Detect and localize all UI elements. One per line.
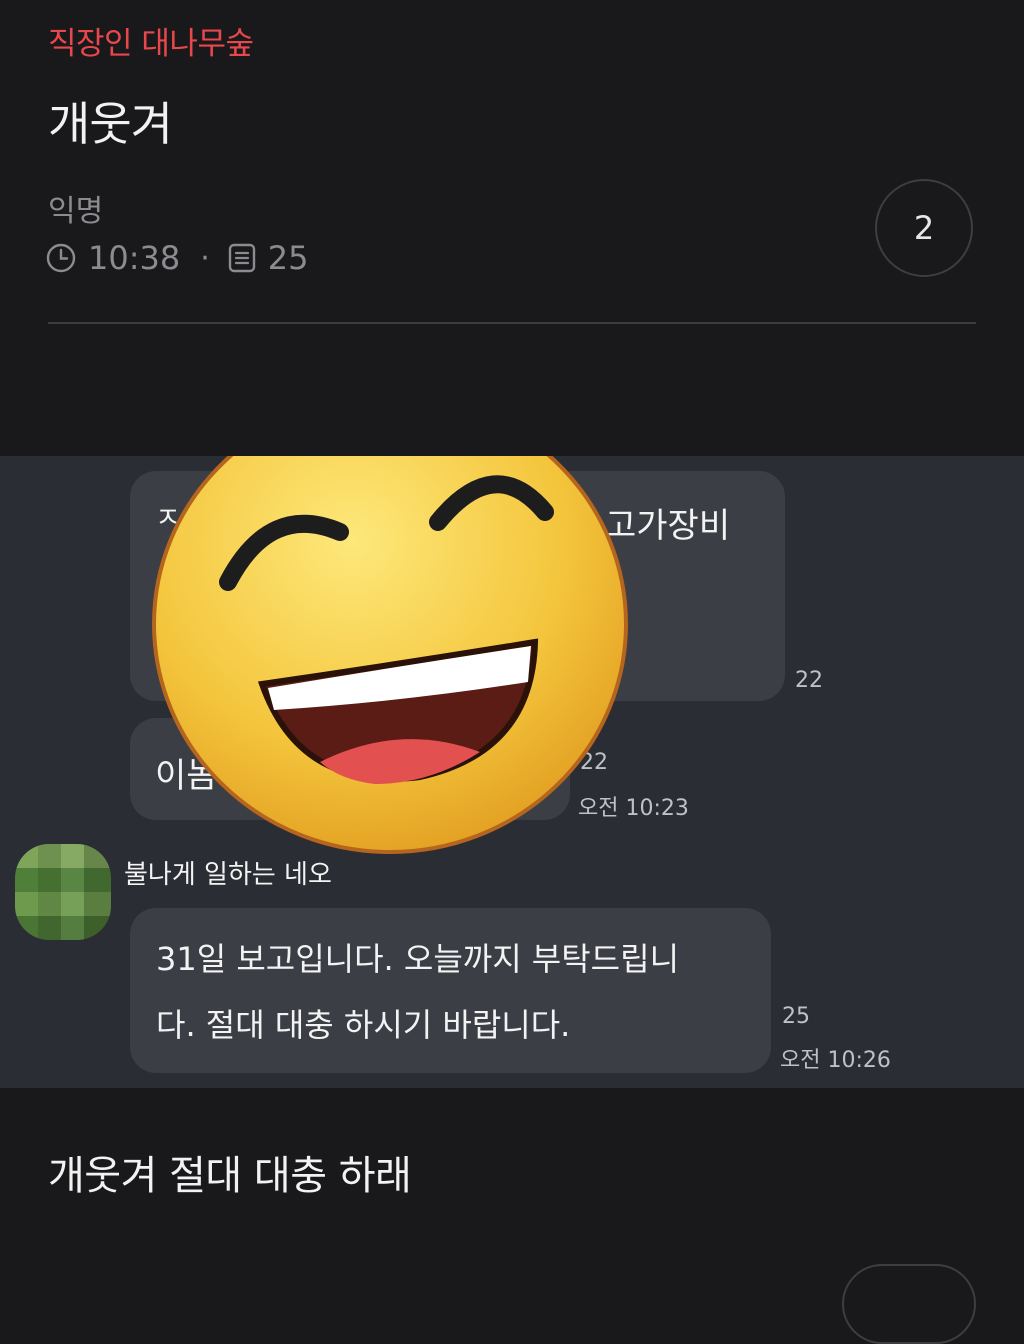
header-divider xyxy=(48,322,976,324)
chat-message-line: 다. 절대 대충 하시기 바랍니다. xyxy=(156,1006,571,1044)
avatar xyxy=(15,844,111,940)
post-body: 개웃겨 절대 대충 하래 xyxy=(48,1153,412,1199)
read-count: 22 xyxy=(795,668,823,693)
action-button[interactable] xyxy=(842,1264,976,1344)
clock-icon xyxy=(46,243,76,273)
document-icon xyxy=(228,243,256,273)
comment-count: 2 xyxy=(913,209,935,247)
chat-bubble xyxy=(130,908,771,1073)
chat-screenshot-image: ㅈ 고가장비 22 이놈 22 오전 10:23 불나게 일하는 네오 31일 … xyxy=(0,456,1024,1088)
comment-count-button[interactable]: 2 xyxy=(875,179,973,277)
meta-separator: · xyxy=(200,240,210,276)
message-time: 오전 10:26 xyxy=(780,1048,891,1073)
board-name[interactable]: 직장인 대나무숲 xyxy=(48,18,254,63)
read-count: 25 xyxy=(782,1004,810,1029)
chat-message-line: 31일 보고입니다. 오늘까지 부탁드립니 xyxy=(156,940,680,978)
post-time: 10:38 xyxy=(88,239,181,277)
post-meta: 10:38 · 25 xyxy=(46,236,308,280)
post-author: 익명 xyxy=(48,194,104,229)
sender-name: 불나게 일하는 네오 xyxy=(124,860,332,890)
post-title: 개웃겨 xyxy=(48,97,173,151)
laughing-face-emoji xyxy=(152,456,628,854)
post-views: 25 xyxy=(267,239,309,277)
